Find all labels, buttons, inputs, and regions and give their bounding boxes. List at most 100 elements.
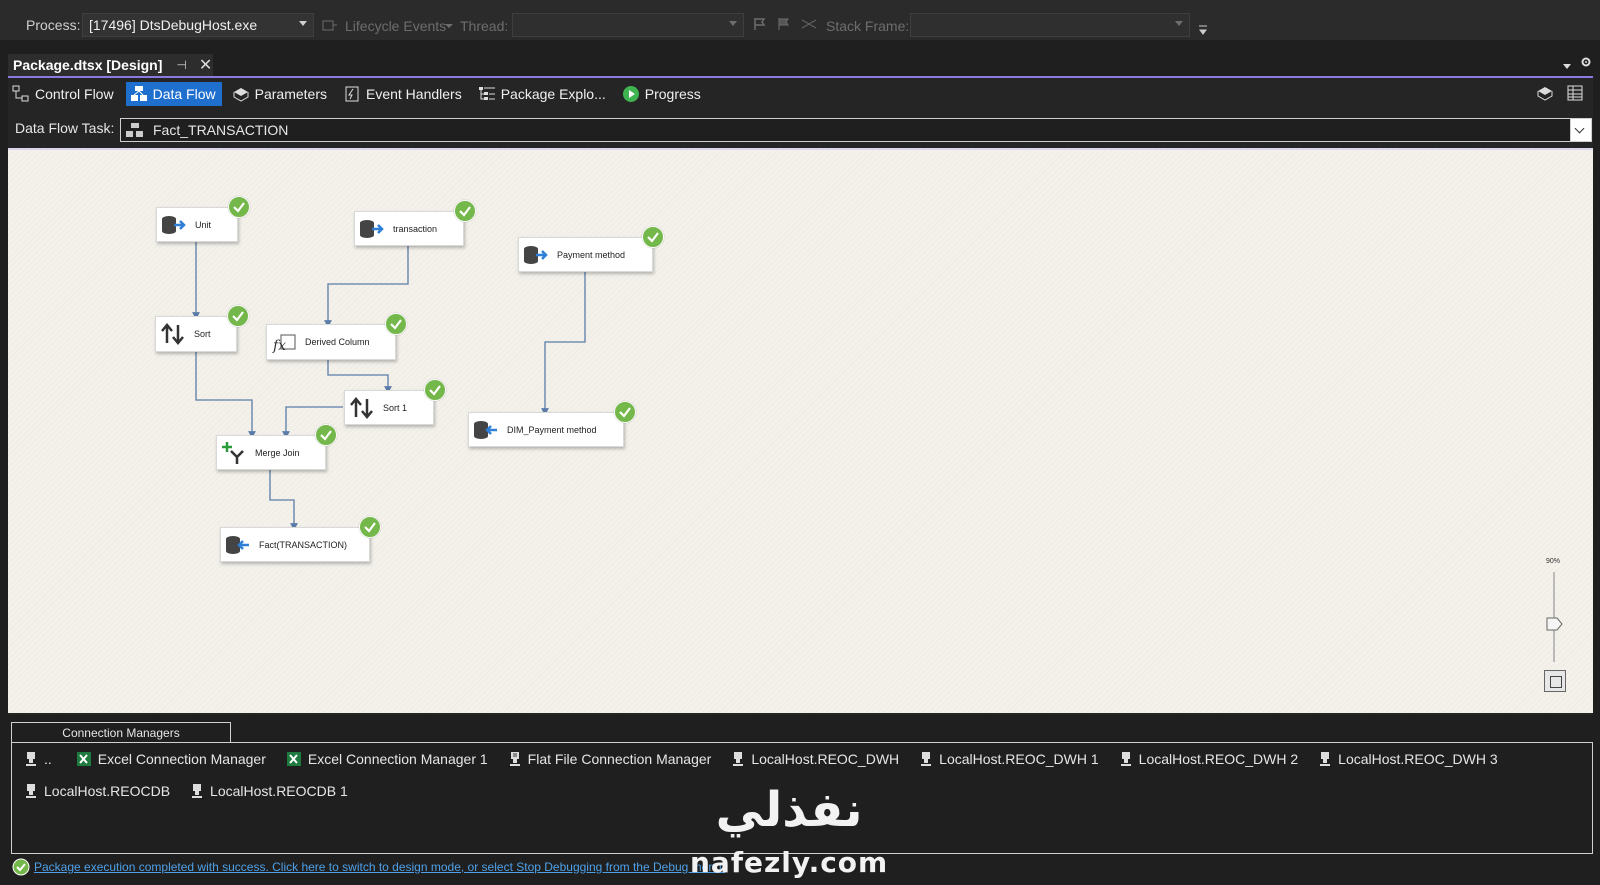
destination-node-fact-transaction[interactable]: Fact(TRANSACTION) [220,527,370,562]
destination-node-dim-payment-method[interactable]: DIM_Payment method [468,412,624,447]
connection-manager-label: LocalHost.REOC_DWH 1 [939,751,1099,767]
merge-join-icon [221,440,247,466]
lifecycle-events-icon [322,18,338,35]
process-combo[interactable]: [17496] DtsDebugHost.exe [82,13,314,37]
node-label: Derived Column [305,337,370,347]
connection-manager-item[interactable]: LocalHost.REOC_DWH [731,751,899,767]
tab-data-flow[interactable]: Data Flow [125,82,222,106]
watermark-arabic: نفذلي [715,782,863,838]
source-node-payment-method[interactable]: Payment method [518,237,653,272]
transform-node-derived-column[interactable]: fx Derived Column [266,324,396,360]
success-check-icon [228,196,250,218]
connection-manager-item[interactable]: LocalHost.REOCDB [24,783,170,799]
database-connection-icon [731,751,745,767]
connection-managers-tab[interactable]: Connection Managers [11,722,231,743]
status-bar: Package execution completed with success… [12,856,725,878]
database-connection-icon [1318,751,1332,767]
thread-label: Thread: [460,18,509,34]
sort-icon [349,395,375,421]
connection-manager-label: LocalHost.REOCDB 1 [210,783,348,799]
tab-event-handlers[interactable]: Event Handlers [339,82,468,106]
connection-manager-label: .. [44,751,52,767]
connection-manager-item[interactable]: LocalHost.REOC_DWH 3 [1318,751,1498,767]
connection-manager-item[interactable]: Flat File Connection Manager [508,751,712,767]
tab-dropdown-icon[interactable] [1562,60,1572,74]
connection-manager-item[interactable]: Excel Connection Manager 1 [286,751,488,767]
success-check-icon [359,516,381,538]
control-flow-icon [12,85,29,102]
source-node-unit[interactable]: Unit [156,207,238,242]
tab-parameters-label: Parameters [254,86,327,102]
document-tab-package[interactable]: Package.dtsx [Design] ⊣ ✕ [8,54,213,78]
package-explorer-icon [478,87,495,100]
data-flow-task-combo[interactable]: Fact_TRANSACTION [120,118,1592,142]
tab-control-flow[interactable]: Control Flow [8,82,120,106]
node-label: Sort 1 [383,402,408,413]
connection-manager-item[interactable]: .. [24,751,52,767]
transform-node-merge-join[interactable]: Merge Join [216,435,326,470]
process-value: [17496] DtsDebugHost.exe [89,17,258,33]
connection-manager-label: Flat File Connection Manager [527,751,712,767]
database-connection-icon [190,783,204,799]
flag-all-icon[interactable] [776,16,794,35]
node-label: Unit [195,219,212,230]
node-label: Sort [194,329,211,339]
toolbar-overflow-icon[interactable] [1198,22,1207,35]
debug-location-toolbar: Process: [17496] DtsDebugHost.exe Lifecy… [0,10,1600,40]
document-tab-row: Package.dtsx [Design] ⊣ ✕ [0,50,1600,78]
destination-icon [473,417,499,443]
source-icon [359,216,385,242]
tab-package-explorer-label: Package Explo... [500,86,606,102]
data-flow-canvas[interactable] [8,150,1593,713]
event-handlers-icon [345,86,359,102]
variables-icon[interactable] [1536,84,1554,102]
database-connection-icon [919,751,933,767]
lifecycle-chevron-icon [445,24,453,28]
toolbox-grid-icon[interactable] [1566,84,1584,102]
success-check-icon [385,313,407,335]
chevron-down-icon[interactable] [1570,119,1591,141]
switch-to-design-mode-link[interactable]: Package execution completed with success… [34,860,725,874]
designer-right-icons [1536,84,1584,102]
flag-icon[interactable] [752,16,768,35]
zoom-to-fit-button[interactable] [1544,670,1566,692]
transform-node-sort[interactable]: Sort [155,316,237,352]
pin-icon[interactable]: ⊣ [176,58,186,72]
stack-frame-label: Stack Frame: [826,18,910,34]
success-check-icon [227,305,249,327]
tab-package-explorer[interactable]: Package Explo... [474,82,612,106]
gear-icon[interactable] [1580,56,1592,71]
success-check-icon [454,200,476,222]
destination-icon [225,532,251,558]
database-connection-icon [24,751,38,767]
connection-manager-item[interactable]: LocalHost.REOC_DWH 1 [919,751,1099,767]
connection-manager-item[interactable]: LocalHost.REOC_DWH 2 [1119,751,1298,767]
excel-icon [286,751,302,767]
tab-progress[interactable]: Progress [618,82,707,106]
tab-parameters[interactable]: Parameters [228,82,333,106]
connection-manager-item[interactable]: Excel Connection Manager [76,751,266,767]
source-node-transaction[interactable]: transaction [354,211,464,246]
source-icon [161,212,187,238]
stack-frame-combo[interactable] [910,13,1190,37]
connection-manager-item[interactable]: LocalHost.REOCDB 1 [190,783,348,799]
success-check-icon [12,858,30,876]
zoom-slider-thumb[interactable] [1546,617,1564,631]
lifecycle-events-dropdown[interactable]: Lifecycle Events [345,18,446,34]
thread-combo[interactable] [512,13,744,37]
zoom-level-label: 90% [1546,558,1561,565]
derived-column-icon: fx [271,329,297,355]
node-label: transaction [393,223,438,234]
tab-progress-label: Progress [644,86,701,102]
designer-tabs: Control Flow Data Flow Parameters Event … [8,80,713,108]
close-icon[interactable]: ✕ [199,55,212,75]
excel-icon [76,751,92,767]
data-flow-task-icon [126,123,143,137]
node-label: DIM_Payment method [507,424,597,435]
watermark-latin: nafezly.com [690,846,889,879]
success-check-icon [642,226,664,248]
svg-text:fx: fx [272,338,286,353]
transform-node-sort-1[interactable]: Sort 1 [344,390,434,425]
data-flow-icon [130,86,147,101]
tab-control-flow-label: Control Flow [35,86,114,102]
